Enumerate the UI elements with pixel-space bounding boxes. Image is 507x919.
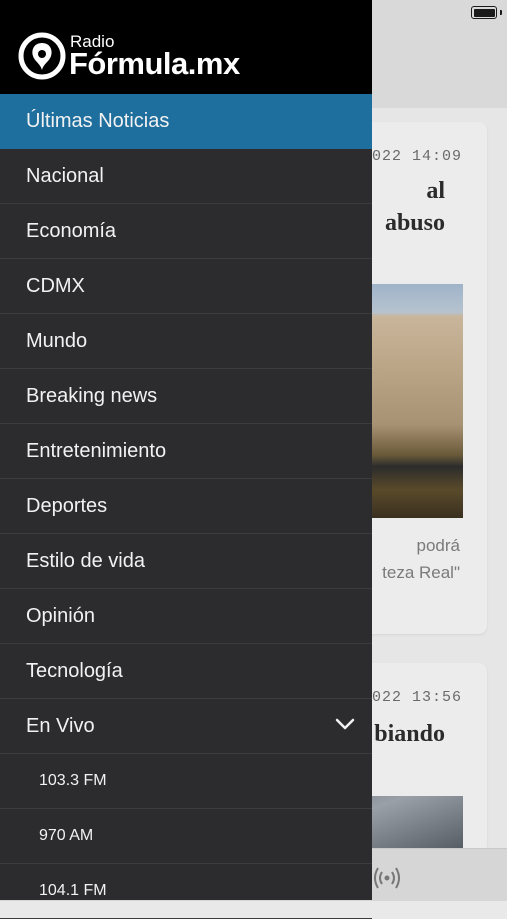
menu-item-label: Nacional: [26, 165, 104, 187]
menu-item-label: Opinión: [26, 605, 95, 627]
navigation-drawer: Radio Fórmula.mx Últimas Noticias Nacion…: [0, 0, 372, 919]
menu-item-ultimas-noticias[interactable]: Últimas Noticias: [0, 94, 372, 149]
menu-item-label: Breaking news: [26, 385, 158, 407]
menu-item-breaking-news[interactable]: Breaking news: [0, 369, 372, 424]
menu-item-cdmx[interactable]: CDMX: [0, 259, 372, 314]
menu-subitem-970-am[interactable]: 970 AM: [0, 809, 372, 864]
menu-item-deportes[interactable]: Deportes: [0, 479, 372, 534]
menu-item-label: Últimas Noticias: [26, 110, 170, 132]
menu-item-label: Estilo de vida: [26, 550, 145, 572]
menu-subitem-104-1-fm[interactable]: 104.1 FM: [0, 864, 372, 919]
menu-item-label: Entretenimiento: [26, 440, 167, 462]
drawer-menu: Últimas Noticias Nacional Economía CDMX …: [0, 94, 372, 919]
logo-text-formula: Fórmula.mx: [69, 46, 240, 81]
menu-item-economia[interactable]: Economía: [0, 204, 372, 259]
battery-icon: [471, 6, 497, 19]
menu-item-label: Mundo: [26, 330, 88, 352]
menu-item-en-vivo[interactable]: En Vivo: [0, 699, 372, 754]
menu-item-opinion[interactable]: Opinión: [0, 589, 372, 644]
menu-subitem-label: 103.3 FM: [39, 772, 107, 789]
menu-subitem-label: 104.1 FM: [39, 882, 107, 899]
chevron-down-icon[interactable]: [334, 713, 356, 735]
menu-subitem-label: 970 AM: [39, 827, 94, 844]
menu-item-label: En Vivo: [26, 715, 95, 737]
menu-item-estilo-de-vida[interactable]: Estilo de vida: [0, 534, 372, 589]
menu-item-nacional[interactable]: Nacional: [0, 149, 372, 204]
menu-subitem-103-3-fm[interactable]: 103.3 FM: [0, 754, 372, 809]
menu-item-label: Deportes: [26, 495, 108, 517]
battery-tip: [500, 10, 502, 15]
menu-item-label: CDMX: [26, 275, 85, 297]
menu-item-mundo[interactable]: Mundo: [0, 314, 372, 369]
menu-item-entretenimiento[interactable]: Entretenimiento: [0, 424, 372, 479]
drawer-header: Radio Fórmula.mx: [0, 0, 372, 94]
menu-item-label: Economía: [26, 220, 117, 242]
radio-formula-logo-icon: [18, 32, 66, 80]
menu-item-label: Tecnología: [26, 660, 123, 682]
radio-broadcast-icon[interactable]: [372, 864, 402, 892]
menu-item-tecnologia[interactable]: Tecnología: [0, 644, 372, 699]
